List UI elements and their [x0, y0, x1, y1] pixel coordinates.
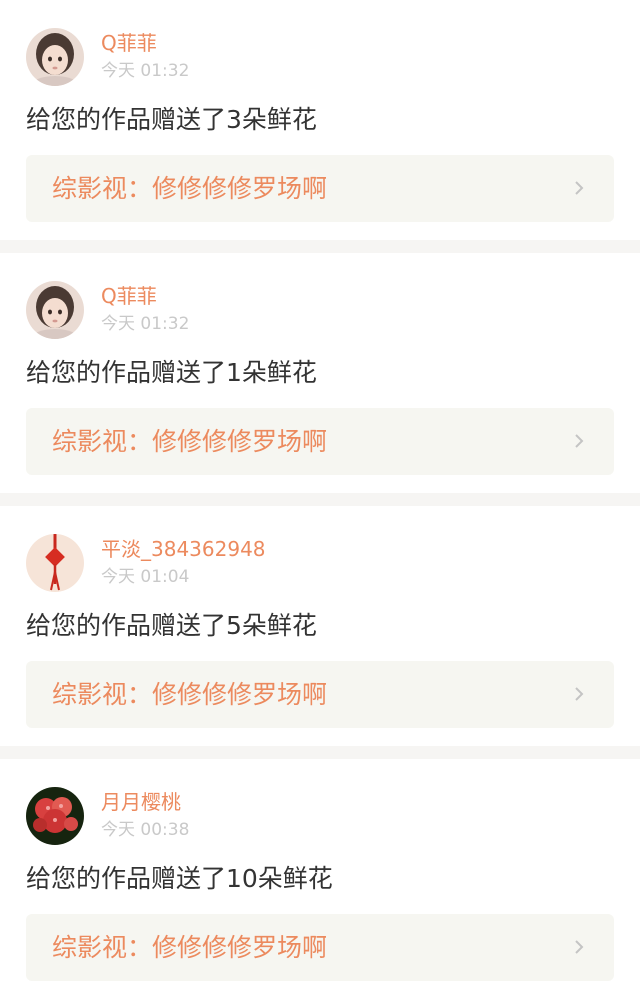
work-link[interactable]: 综影视：修修修修罗场啊 [26, 155, 614, 222]
gift-notification: Q菲菲 今天 01:32 给您的作品赠送了3朵鲜花 综影视：修修修修罗场啊 [0, 0, 640, 240]
work-link[interactable]: 综影视：修修修修罗场啊 [26, 661, 614, 728]
timestamp: 今天 01:04 [101, 567, 190, 587]
avatar[interactable] [26, 534, 84, 592]
username[interactable]: 平淡_384362948 [101, 536, 266, 562]
gift-notification: 平淡_384362948 今天 01:04 给您的作品赠送了5朵鲜花 综影视：修… [0, 506, 640, 746]
username[interactable]: 月月樱桃 [101, 789, 181, 815]
gift-notification: 月月樱桃 今天 00:38 给您的作品赠送了10朵鲜花 综影视：修修修修罗场啊 [0, 759, 640, 999]
avatar[interactable] [26, 281, 84, 339]
username[interactable]: Q菲菲 [101, 30, 157, 56]
avatar[interactable] [26, 28, 84, 86]
timestamp: 今天 00:38 [101, 820, 190, 840]
work-title: 综影视：修修修修罗场啊 [52, 680, 328, 709]
work-title: 综影视：修修修修罗场啊 [52, 174, 328, 203]
timestamp: 今天 01:32 [101, 61, 190, 81]
gift-message: 给您的作品赠送了1朵鲜花 [26, 358, 317, 387]
gift-message: 给您的作品赠送了10朵鲜花 [26, 864, 333, 893]
gift-notification: Q菲菲 今天 01:32 给您的作品赠送了1朵鲜花 综影视：修修修修罗场啊 [0, 253, 640, 493]
work-title: 综影视：修修修修罗场啊 [52, 933, 328, 962]
chevron-right-icon [575, 687, 584, 701]
work-title: 综影视：修修修修罗场啊 [52, 427, 328, 456]
separator [0, 746, 640, 759]
gift-message: 给您的作品赠送了3朵鲜花 [26, 105, 317, 134]
chevron-right-icon [575, 181, 584, 195]
separator [0, 493, 640, 506]
gift-message: 给您的作品赠送了5朵鲜花 [26, 611, 317, 640]
work-link[interactable]: 综影视：修修修修罗场啊 [26, 914, 614, 981]
username[interactable]: Q菲菲 [101, 283, 157, 309]
avatar[interactable] [26, 787, 84, 845]
chevron-right-icon [575, 434, 584, 448]
chevron-right-icon [575, 940, 584, 954]
work-link[interactable]: 综影视：修修修修罗场啊 [26, 408, 614, 475]
timestamp: 今天 01:32 [101, 314, 190, 334]
separator [0, 240, 640, 253]
